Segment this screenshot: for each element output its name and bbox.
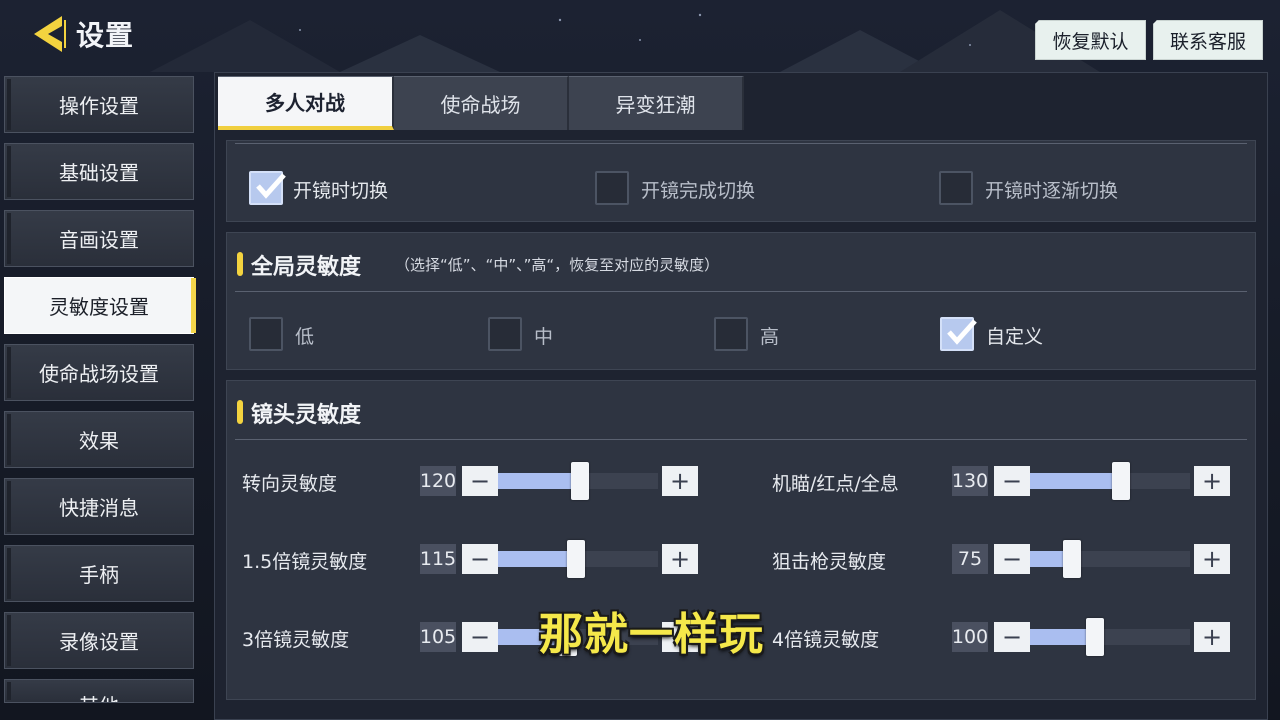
divider xyxy=(235,291,1247,292)
slider-value: 120 xyxy=(420,466,456,496)
checkbox-label: 开镜完成切换 xyxy=(641,180,756,202)
slider-track[interactable] xyxy=(1030,551,1190,567)
slider-fill xyxy=(498,551,570,567)
global-sensitivity-section: 全局灵敏度 （选择“低”、“中”、”高“，恢复至对应的灵敏度） 低 中 高 自定… xyxy=(226,232,1256,370)
video-subtitle: 那就一样玩 xyxy=(539,609,764,660)
increase-button[interactable]: + xyxy=(1194,466,1230,496)
slider-label: 1.5倍镜灵敏度 xyxy=(242,551,368,573)
decrease-button[interactable]: − xyxy=(462,466,498,496)
slider-fill xyxy=(1030,629,1088,645)
scope-switch-on-open-checkbox[interactable] xyxy=(249,171,286,205)
slider-label: 机瞄/红点/全息 xyxy=(772,473,899,495)
tab-multiplayer[interactable]: 多人对战 xyxy=(218,76,394,130)
sidebar-item-other[interactable]: 其他 xyxy=(4,679,194,703)
decrease-button[interactable]: − xyxy=(994,466,1030,496)
sidebar-item-sensitivity[interactable]: 灵敏度设置 xyxy=(4,277,196,334)
section-marker xyxy=(237,252,243,276)
sidebar-item-audio-video[interactable]: 音画设置 xyxy=(4,210,194,267)
contact-support-button[interactable]: 联系客服 xyxy=(1153,20,1263,60)
sensitivity-medium-checkbox[interactable] xyxy=(488,317,522,351)
scope-switch-section: 开镜时切换 开镜完成切换 开镜时逐渐切换 xyxy=(226,140,1256,222)
slider-handle[interactable] xyxy=(567,540,586,578)
decrease-button[interactable]: − xyxy=(462,622,498,652)
tab-battle-royale[interactable]: 使命战场 xyxy=(394,76,569,130)
checkmark-icon xyxy=(947,319,977,345)
scope-switch-gradual-checkbox[interactable] xyxy=(939,171,973,205)
slider-value: 115 xyxy=(420,544,456,574)
increase-button[interactable]: + xyxy=(1194,622,1230,652)
checkbox-label: 开镜时切换 xyxy=(293,180,389,202)
sidebar-item-effects[interactable]: 效果 xyxy=(4,411,194,468)
checkmark-icon xyxy=(256,173,286,199)
slider-label: 狙击枪灵敏度 xyxy=(772,551,887,573)
increase-button[interactable]: + xyxy=(662,544,698,574)
restore-default-button[interactable]: 恢复默认 xyxy=(1035,20,1146,60)
sensitivity-high-checkbox[interactable] xyxy=(714,317,748,351)
section-title: 镜头灵敏度 xyxy=(251,403,362,428)
settings-sidebar: 操作设置 基础设置 音画设置 灵敏度设置 使命战场设置 效果 快捷消息 手柄 录… xyxy=(4,76,196,713)
divider xyxy=(235,143,1247,144)
checkbox-label: 中 xyxy=(534,326,554,348)
checkbox-label: 低 xyxy=(295,326,315,348)
slider-label: 3倍镜灵敏度 xyxy=(242,629,350,651)
slider-value: 130 xyxy=(952,466,988,496)
tab-undead-siege[interactable]: 异变狂潮 xyxy=(569,76,744,130)
section-note: （选择“低”、“中”、”高“，恢复至对应的灵敏度） xyxy=(395,256,720,274)
back-arrow-icon[interactable] xyxy=(24,10,72,58)
sensitivity-low-checkbox[interactable] xyxy=(249,317,283,351)
increase-button[interactable]: + xyxy=(662,466,698,496)
scope-switch-on-complete-checkbox[interactable] xyxy=(595,171,629,205)
section-marker xyxy=(237,400,243,424)
checkbox-label: 开镜时逐渐切换 xyxy=(985,180,1119,202)
sidebar-item-quick-messages[interactable]: 快捷消息 xyxy=(4,478,194,535)
decrease-button[interactable]: − xyxy=(994,544,1030,574)
decrease-button[interactable]: − xyxy=(462,544,498,574)
sidebar-item-basic[interactable]: 基础设置 xyxy=(4,143,194,200)
mode-tabs: 多人对战 使命战场 异变狂潮 xyxy=(218,76,744,130)
slider-value: 105 xyxy=(420,622,456,652)
increase-button[interactable]: + xyxy=(1194,544,1230,574)
sidebar-item-controller[interactable]: 手柄 xyxy=(4,545,194,602)
slider-label: 4倍镜灵敏度 xyxy=(772,629,880,651)
sidebar-item-battle-royale[interactable]: 使命战场设置 xyxy=(4,344,194,401)
checkbox-label: 自定义 xyxy=(986,326,1044,348)
sidebar-item-recording[interactable]: 录像设置 xyxy=(4,612,194,669)
checkbox-label: 高 xyxy=(760,326,780,348)
divider xyxy=(235,439,1247,440)
slider-value: 100 xyxy=(952,622,988,652)
slider-value: 75 xyxy=(952,544,988,574)
slider-handle[interactable] xyxy=(1112,462,1131,500)
slider-handle[interactable] xyxy=(570,462,589,500)
slider-fill xyxy=(1030,473,1115,489)
sensitivity-custom-checkbox[interactable] xyxy=(940,317,977,351)
slider-label: 转向灵敏度 xyxy=(242,473,338,495)
slider-handle[interactable] xyxy=(1062,540,1081,578)
slider-fill xyxy=(498,473,573,489)
decrease-button[interactable]: − xyxy=(994,622,1030,652)
slider-track[interactable] xyxy=(1030,629,1190,645)
section-title: 全局灵敏度 xyxy=(251,255,362,280)
slider-handle[interactable] xyxy=(1085,618,1104,656)
slider-track[interactable] xyxy=(1030,473,1190,489)
page-title: 设置 xyxy=(76,19,135,52)
slider-fill xyxy=(1030,551,1065,567)
sidebar-item-controls[interactable]: 操作设置 xyxy=(4,76,194,133)
